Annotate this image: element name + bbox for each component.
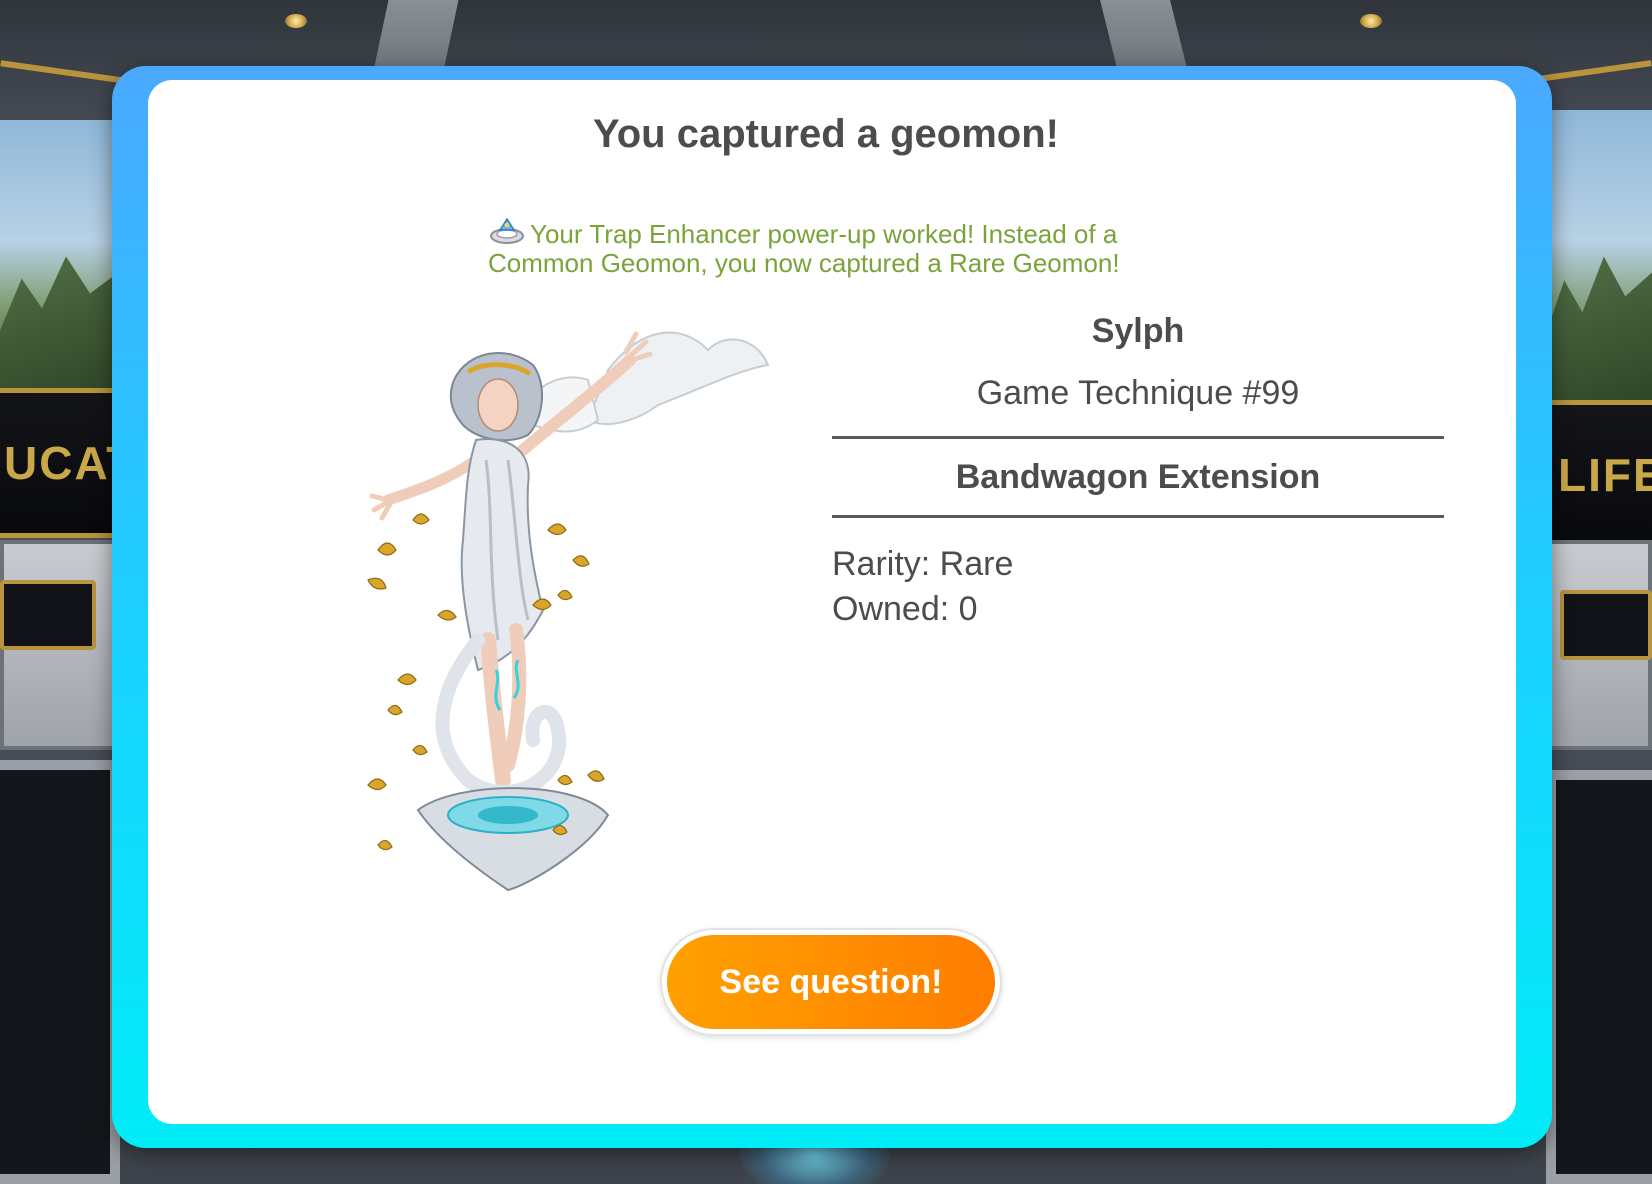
left-wall-slot xyxy=(0,580,96,650)
geomon-topic: Bandwagon Extension xyxy=(955,458,1321,496)
left-door xyxy=(0,760,120,1184)
right-wall-slot xyxy=(1560,590,1652,660)
rarity-text: Rarity: Rare xyxy=(832,545,1014,583)
geomon-stats: Rarity: Rare Owned: 0 xyxy=(832,542,1444,632)
powerup-message-text: Your Trap Enhancer power-up worked! Inst… xyxy=(488,219,1120,278)
see-question-button-label[interactable]: See question! xyxy=(667,935,995,1029)
ceiling-light xyxy=(1360,14,1382,28)
trap-enhancer-icon xyxy=(488,216,526,246)
geomon-number: Game Technique #99 xyxy=(976,374,1300,412)
modal-title: You captured a geomon! xyxy=(593,112,1059,156)
ceiling-light xyxy=(285,14,307,28)
geomon-illustration xyxy=(358,310,788,930)
divider xyxy=(832,515,1444,518)
owned-count: Owned: 0 xyxy=(832,590,978,628)
geomon-info-panel: Sylph Game Technique #99 Bandwagon Exten… xyxy=(832,306,1444,632)
right-wall-banner: LIFE xyxy=(1548,400,1652,550)
powerup-message: Your Trap Enhancer power-up worked! Inst… xyxy=(488,217,1188,278)
left-window xyxy=(0,120,120,390)
left-wall-banner: UCATI xyxy=(0,388,118,538)
geomon-name: Sylph xyxy=(1091,312,1185,350)
see-question-button[interactable]: See question! xyxy=(660,928,1002,1036)
right-door xyxy=(1546,770,1652,1184)
